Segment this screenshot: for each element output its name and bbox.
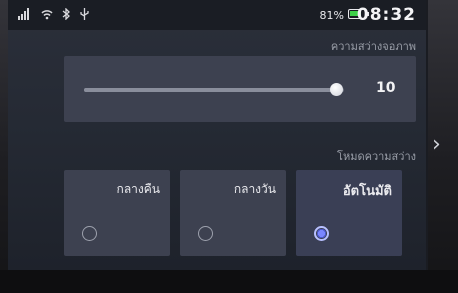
brightness-slider-thumb[interactable] bbox=[329, 83, 343, 96]
mode-option-auto[interactable]: อัตโนมัติ bbox=[296, 170, 402, 256]
brightness-value: 10 bbox=[376, 80, 396, 96]
mode-option-day[interactable]: กลางวัน bbox=[180, 170, 286, 256]
mode-option-night[interactable]: กลางคืน bbox=[64, 170, 170, 256]
chevron-right-icon[interactable]: › bbox=[432, 132, 441, 157]
mode-option-label: กลางวัน bbox=[233, 182, 276, 196]
signal-icon bbox=[18, 8, 32, 23]
bottom-bezel bbox=[0, 270, 458, 293]
usb-icon bbox=[80, 8, 89, 23]
status-bar: 81% 08:32 bbox=[8, 0, 426, 30]
clock: 08:32 bbox=[356, 5, 416, 25]
wifi-icon bbox=[41, 8, 53, 23]
status-icons bbox=[18, 7, 89, 23]
brightness-slider-fill bbox=[84, 88, 337, 92]
bluetooth-icon bbox=[62, 7, 71, 23]
mode-section-label: โหมดความสว่าง bbox=[337, 150, 416, 163]
brightness-panel: 10 bbox=[64, 56, 416, 122]
battery-percent: 81% bbox=[319, 9, 344, 22]
mode-option-label: กลางคืน bbox=[116, 182, 160, 196]
radio-button[interactable] bbox=[82, 226, 97, 241]
radio-button-selected[interactable] bbox=[314, 226, 329, 241]
brightness-slider-track[interactable] bbox=[84, 88, 344, 92]
side-divider bbox=[426, 0, 428, 270]
device-frame: 81% 08:32 ความสว่างจอภาพ 10 โหมดความสว่า… bbox=[0, 0, 458, 293]
radio-button[interactable] bbox=[198, 226, 213, 241]
mode-option-label: อัตโนมัติ bbox=[342, 184, 392, 199]
brightness-section-label: ความสว่างจอภาพ bbox=[330, 40, 416, 53]
